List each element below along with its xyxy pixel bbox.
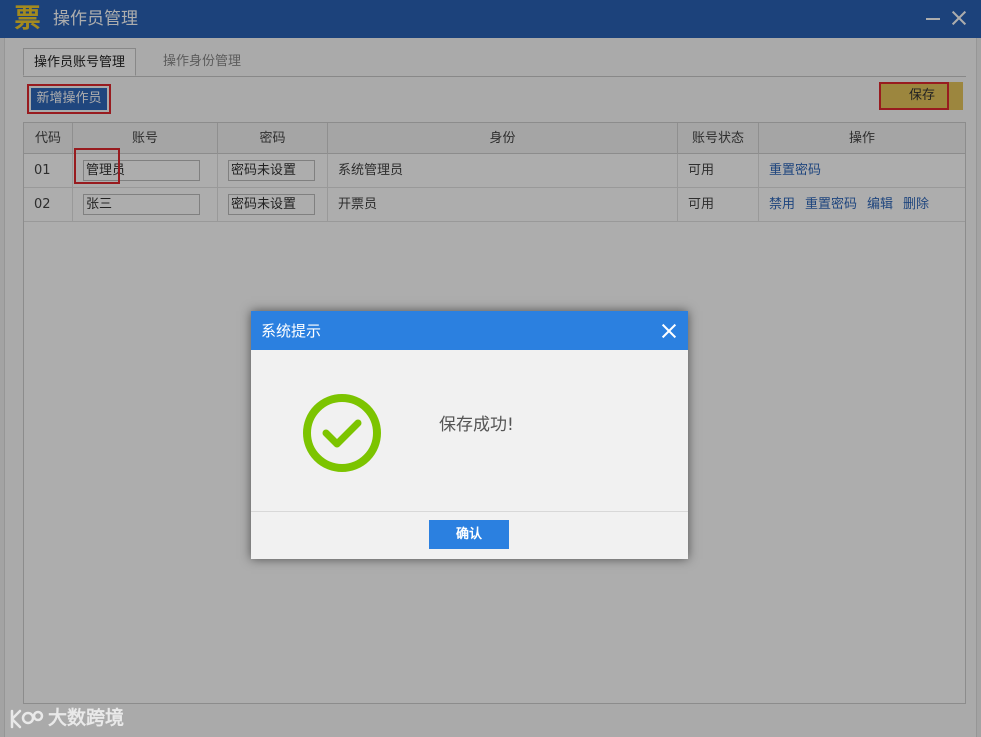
watermark-text: 大数跨境 bbox=[48, 707, 125, 729]
dialog-message: 保存成功! bbox=[439, 415, 514, 435]
close-icon[interactable] bbox=[657, 319, 681, 343]
dialog-divider bbox=[251, 511, 688, 512]
system-dialog: 系统提示 保存成功! 确认 bbox=[251, 311, 688, 559]
confirm-button[interactable]: 确认 bbox=[429, 520, 509, 549]
watermark: 大数跨境 bbox=[8, 705, 133, 731]
check-circle-icon bbox=[303, 394, 381, 472]
dialog-title: 系统提示 bbox=[261, 322, 322, 340]
dialog-header: 系统提示 bbox=[251, 311, 688, 350]
watermark-logo-icon bbox=[10, 709, 44, 729]
